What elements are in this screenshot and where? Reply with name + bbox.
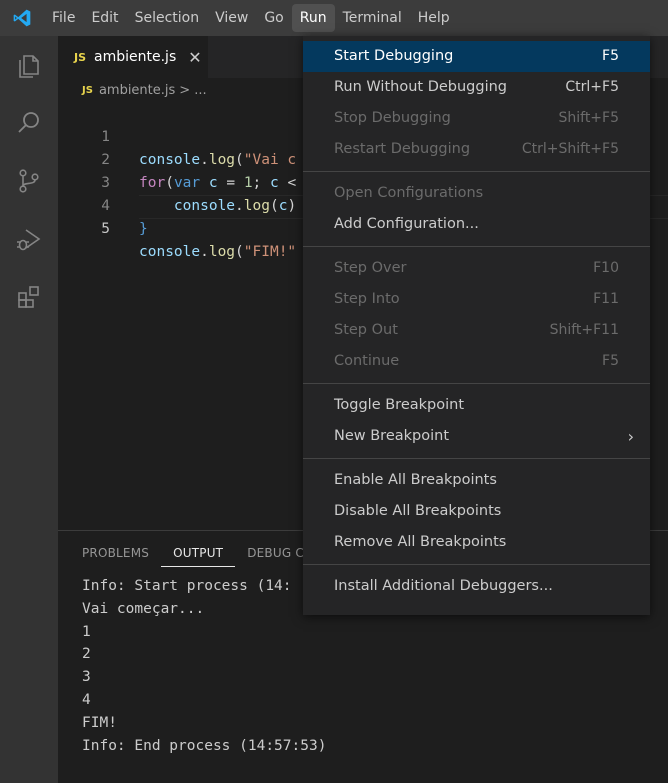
output-line: 1 [82, 623, 91, 640]
tab-problems[interactable]: PROBLEMS [58, 531, 161, 571]
code-text: } [139, 221, 148, 237]
menu-item-label: Step Over [334, 260, 407, 276]
explorer-icon[interactable] [0, 36, 58, 94]
menu-separator [303, 171, 650, 172]
menu-item-label: Enable All Breakpoints [334, 472, 497, 488]
menu-separator [303, 458, 650, 459]
js-file-icon: JS [74, 50, 87, 64]
menu-item-shortcut: F11 [593, 291, 619, 307]
tab-output[interactable]: OUTPUT [161, 531, 236, 567]
menu-item-shortcut: F5 [602, 353, 619, 369]
menu-item-add-configuration[interactable]: Add Configuration... [303, 209, 650, 240]
output-line: 3 [82, 669, 91, 686]
menu-item-label: Step Out [334, 322, 398, 338]
output-line: FIM! [82, 714, 117, 731]
menu-view[interactable]: View [207, 4, 256, 32]
tab-label: ambiente.js [94, 49, 177, 65]
run-menu-dropdown: Start Debugging F5 Run Without Debugging Ct… [303, 36, 650, 615]
menu-item-label: New Breakpoint [334, 428, 450, 444]
menu-item-restart-debugging: Restart Debugging Ctrl+Shift+F5 [303, 134, 650, 165]
menu-item-continue: Continue F5 [303, 346, 650, 377]
menu-separator [303, 383, 650, 384]
run-debug-icon[interactable] [0, 210, 58, 268]
activity-bar [0, 36, 58, 783]
menu-separator [303, 246, 650, 247]
menu-edit[interactable]: Edit [83, 4, 126, 32]
menu-item-stop-debugging: Stop Debugging Shift+F5 [303, 103, 650, 134]
menu-item-label: Run Without Debugging [334, 79, 508, 95]
menu-item-step-out: Step Out Shift+F11 [303, 315, 650, 346]
output-line: 2 [82, 646, 91, 663]
menu-item-label: Continue [334, 353, 400, 369]
menu-item-shortcut: Ctrl+F5 [565, 79, 619, 95]
breadcrumb-separator: > [179, 82, 191, 98]
menu-selection[interactable]: Selection [127, 4, 208, 32]
menu-item-label: Stop Debugging [334, 110, 451, 126]
menu-item-label: Install Additional Debuggers... [334, 578, 553, 594]
menu-item-shortcut: F10 [593, 260, 619, 276]
menu-item-start-debugging[interactable]: Start Debugging F5 [303, 41, 650, 72]
menu-item-shortcut: F5 [602, 48, 619, 64]
menu-item-shortcut: Shift+F5 [558, 110, 619, 126]
code-text: console.log("FIM!" [139, 244, 297, 260]
search-icon[interactable] [0, 94, 58, 152]
menu-item-label: Remove All Breakpoints [334, 534, 507, 550]
menu-item-label: Open Configurations [334, 185, 484, 201]
output-line: Info: Start process (14: [82, 578, 292, 594]
extensions-icon[interactable] [0, 268, 58, 326]
output-view[interactable]: Info: Start process (14: Vai começar... … [82, 575, 326, 757]
js-file-icon: JS [82, 84, 93, 96]
close-icon[interactable]: ✕ [188, 48, 201, 67]
menu-item-label: Add Configuration... [334, 216, 479, 232]
menu-item-label: Disable All Breakpoints [334, 503, 502, 519]
menu-item-label: Start Debugging [334, 48, 454, 64]
menu-item-disable-all-breakpoints[interactable]: Disable All Breakpoints [303, 496, 650, 527]
menu-go[interactable]: Go [256, 4, 291, 32]
menu-file[interactable]: File [44, 4, 83, 32]
menu-item-step-into: Step Into F11 [303, 284, 650, 315]
menu-item-install-additional-debuggers[interactable]: Install Additional Debuggers... [303, 571, 650, 602]
menu-terminal[interactable]: Terminal [335, 4, 410, 32]
menu-item-toggle-breakpoint[interactable]: Toggle Breakpoint [303, 390, 650, 421]
menu-item-label: Step Into [334, 291, 400, 307]
output-line: 4 [82, 691, 91, 708]
menu-item-new-breakpoint[interactable]: New Breakpoint › [303, 421, 650, 452]
menu-item-shortcut: Ctrl+Shift+F5 [521, 141, 619, 157]
breadcrumb-symbols[interactable]: ... [194, 83, 206, 98]
output-line: Vai começar... [82, 600, 205, 617]
menu-item-label: Restart Debugging [334, 141, 471, 157]
line-number: 5 [101, 221, 110, 237]
chevron-right-icon: › [627, 427, 634, 446]
vscode-logo-icon[interactable] [0, 0, 44, 36]
menu-separator [303, 564, 650, 565]
tab-ambiente-js[interactable]: JS ambiente.js ✕ [58, 36, 208, 78]
menu-bar: File Edit Selection View Go Run Terminal… [0, 0, 668, 36]
menu-item-label: Toggle Breakpoint [334, 397, 465, 413]
menu-item-run-without-debugging[interactable]: Run Without Debugging Ctrl+F5 [303, 72, 650, 103]
output-line: Info: End process (14:57:53) [82, 737, 327, 754]
menu-item-remove-all-breakpoints[interactable]: Remove All Breakpoints [303, 527, 650, 558]
source-control-icon[interactable] [0, 152, 58, 210]
menu-item-step-over: Step Over F10 [303, 253, 650, 284]
menu-help[interactable]: Help [410, 4, 458, 32]
panel-tabs: PROBLEMS OUTPUT DEBUG C [58, 531, 316, 571]
menu-item-enable-all-breakpoints[interactable]: Enable All Breakpoints [303, 465, 650, 496]
menu-item-shortcut: Shift+F11 [549, 322, 619, 338]
breadcrumb-file[interactable]: ambiente.js [99, 83, 175, 98]
menu-run[interactable]: Run [291, 4, 335, 32]
menu-item-open-configurations: Open Configurations [303, 178, 650, 209]
